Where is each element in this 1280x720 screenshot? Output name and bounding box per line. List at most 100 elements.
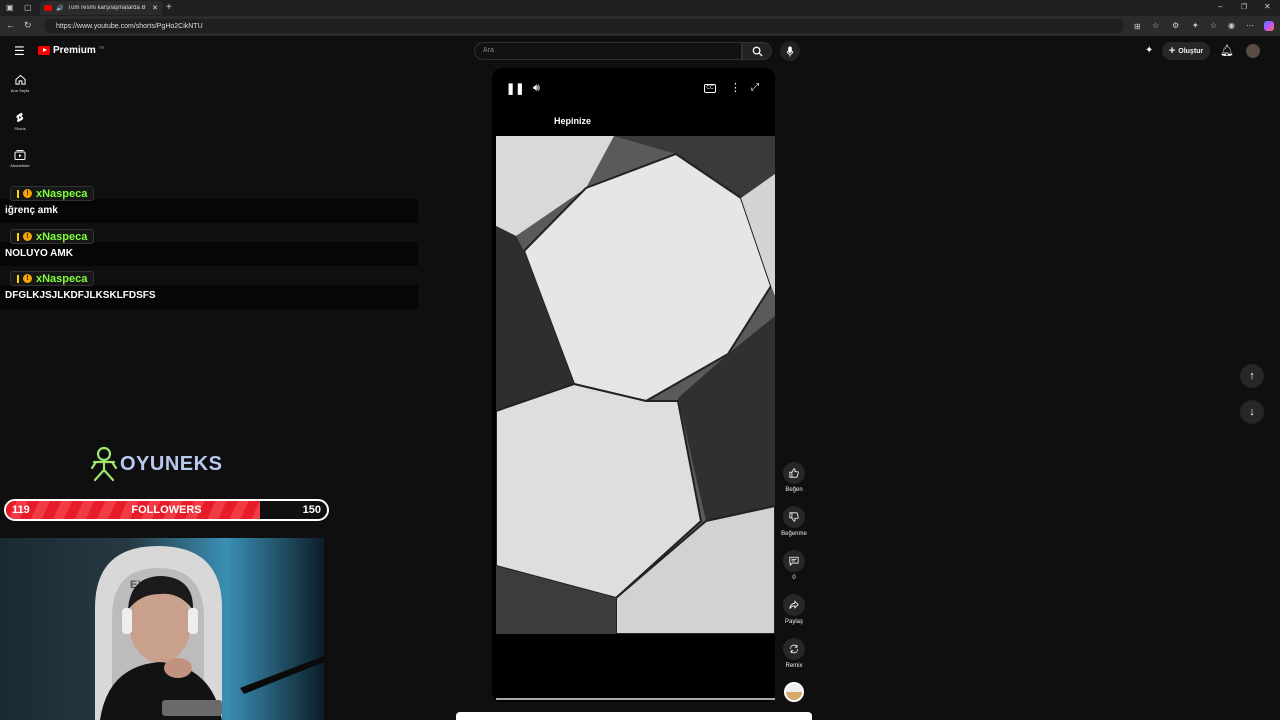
chat-username-tag: ! xNaspeca (10, 271, 95, 286)
url-field[interactable]: https://www.youtube.com/shorts/PgHo2CikN… (44, 19, 1124, 33)
plus-icon: + (1168, 45, 1176, 57)
comments-button[interactable]: 0 (779, 550, 809, 581)
followers-goal-bar: 119 FOLLOWERS 150 (4, 499, 329, 521)
oyuneks-mascot-icon (90, 446, 118, 482)
channel-logo: OYUNEKS (90, 446, 222, 482)
badge-bar (17, 232, 19, 241)
share-label: Paylaş (784, 619, 803, 625)
avatar[interactable] (1246, 44, 1260, 58)
sidebar-item-shorts[interactable]: Shorts (4, 112, 36, 131)
more-menu-icon[interactable]: ⋯ (1246, 21, 1254, 30)
hamburger-menu-icon[interactable]: ☰ (14, 44, 25, 58)
thumbs-down-icon (783, 506, 805, 528)
badge-bar (17, 189, 19, 198)
comment-icon (783, 550, 805, 572)
sidebar-item-home[interactable]: Ana Sayfa (4, 74, 36, 93)
like-label: Beğen (785, 487, 803, 493)
share-icon (783, 594, 805, 616)
arrow-up-icon: ↑ (1249, 370, 1255, 382)
subscriptions-icon (14, 150, 26, 160)
pause-button[interactable]: ❚❚ (506, 82, 524, 95)
create-button[interactable]: + Oluştur (1162, 42, 1210, 60)
next-short-button[interactable]: ↓ (1240, 400, 1264, 424)
share-button[interactable]: Paylaş (779, 594, 809, 625)
subscriber-badge-icon: ! (23, 189, 32, 198)
speaker-icon[interactable]: 🔊 (56, 5, 63, 12)
more-options-icon[interactable]: ⋮ (730, 81, 741, 94)
home-icon (14, 74, 26, 85)
channel-logo-text: OYUNEKS (120, 452, 223, 475)
dislike-label: Beğenme (781, 531, 807, 537)
sidebar-item-label: Shorts (14, 126, 26, 131)
sidebar-item-label: Abonelikler (10, 163, 30, 168)
thumbs-up-icon (783, 462, 805, 484)
microphone-icon (786, 45, 794, 57)
comment-count: 0 (792, 575, 796, 581)
profile-icon[interactable]: ◉ (1228, 21, 1235, 30)
youtube-favicon-icon (44, 5, 52, 11)
new-tab-button[interactable]: + (166, 2, 172, 13)
browser-tab-bar: ▣ ▢ 🔊 Tüm resmi karşılaşmalarda B ✕ + – … (0, 0, 1280, 16)
logo-country: TR (98, 45, 105, 50)
search-input[interactable]: Ara (474, 42, 742, 60)
sparkle-icon[interactable]: ✦ (1145, 45, 1153, 56)
volume-button[interactable]: 🔊︎ (533, 82, 540, 95)
youtube-premium-logo[interactable]: Premium TR (38, 45, 104, 56)
shorts-icon (16, 112, 24, 123)
sound-thumbnail-art (786, 692, 802, 700)
search-icon (752, 46, 763, 57)
subscriber-badge-icon: ! (23, 274, 32, 283)
soccer-ball-image (496, 136, 775, 634)
chat-message-text: DFGLKJSJLKDFJLKSKLFDSFS (5, 290, 156, 301)
followers-label: FOLLOWERS (131, 504, 202, 516)
puzzle-icon[interactable]: ✦ (1192, 21, 1199, 30)
tab-active[interactable]: 🔊 Tüm resmi karşılaşmalarda B ✕ (40, 1, 162, 15)
minimize-button[interactable]: – (1218, 2, 1222, 11)
search-placeholder: Ara (483, 47, 494, 54)
like-button[interactable]: Beğen (779, 462, 809, 493)
short-caption: Hepinize (554, 116, 592, 126)
youtube-play-icon (38, 46, 50, 55)
extensions-icon[interactable]: ⊞ (1134, 22, 1141, 31)
create-label: Oluştur (1178, 47, 1204, 55)
streamer-figure-icon: EXVER (95, 546, 324, 720)
chat-username: xNaspeca (36, 272, 88, 285)
favorite-star-icon[interactable]: ☆ (1152, 21, 1159, 30)
close-window-button[interactable]: ✕ (1264, 2, 1271, 11)
reload-icon[interactable]: ↻ (24, 20, 32, 31)
captions-button[interactable]: CC (704, 84, 716, 93)
previous-short-button[interactable]: ↑ (1240, 364, 1264, 388)
video-frame[interactable] (496, 136, 775, 634)
remix-icon (783, 638, 805, 660)
badge-bar (17, 274, 19, 283)
close-tab-icon[interactable]: ✕ (152, 4, 158, 12)
back-icon[interactable]: ← (6, 20, 15, 30)
favorites-icon[interactable]: ☆ (1210, 21, 1217, 30)
chat-message-text: iğrenç amk (5, 205, 58, 216)
workspaces-icon[interactable]: ▣ (6, 3, 14, 12)
voice-search-button[interactable] (780, 41, 800, 61)
sidebar-item-subscriptions[interactable]: Abonelikler (4, 149, 36, 168)
notifications-bell-icon[interactable]: 🔔︎ (1220, 44, 1234, 57)
tab-actions-icon[interactable]: ▢ (24, 3, 32, 12)
settings-icon[interactable]: ⚙ (1172, 21, 1179, 30)
dislike-button[interactable]: Beğenme (779, 506, 809, 537)
sidebar-item-label: Ana Sayfa (10, 88, 30, 93)
chat-username: xNaspeca (36, 230, 88, 243)
copilot-icon[interactable] (1264, 21, 1274, 31)
restore-button[interactable]: ❐ (1241, 3, 1247, 11)
chat-message-text: NOLUYO AMK (5, 248, 73, 259)
subscriber-badge-icon: ! (23, 232, 32, 241)
arrow-down-icon: ↓ (1249, 406, 1255, 418)
video-progress-bar[interactable] (496, 698, 775, 700)
fullscreen-icon[interactable]: ⤢ (751, 82, 759, 93)
webcam-feed: EXVER (0, 538, 324, 720)
search-button[interactable] (742, 42, 772, 60)
sound-thumbnail[interactable] (784, 682, 804, 702)
tab-title: Tüm resmi karşılaşmalarda B (67, 5, 146, 11)
remix-button[interactable]: Remix (779, 638, 809, 669)
bottom-overlay-strip (456, 712, 812, 720)
remix-label: Remix (785, 663, 803, 669)
chat-username-tag: ! xNaspeca (10, 229, 95, 244)
chat-message-row (0, 199, 418, 223)
